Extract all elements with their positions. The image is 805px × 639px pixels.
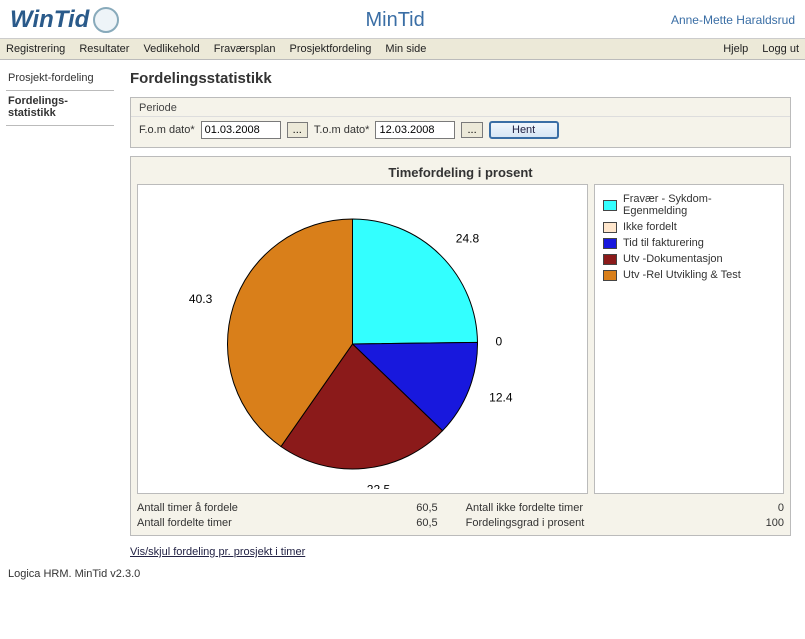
stat-value: 0 xyxy=(724,502,784,514)
stat-label: Antall fordelte timer xyxy=(137,517,350,529)
header: WinTid MinTid Anne-Mette Haraldsrud xyxy=(0,0,805,39)
stats-grid: Antall timer å fordele 60,5 Antall ikke fo… xyxy=(137,502,784,529)
legend-label: Tid til fakturering xyxy=(623,237,704,249)
legend-swatch xyxy=(603,254,617,265)
menu-item-registrering[interactable]: Registrering xyxy=(6,43,65,55)
chart-title: Timefordeling i prosent xyxy=(137,163,784,184)
legend-swatch xyxy=(603,222,617,233)
to-date-label: T.o.m dato* xyxy=(314,124,370,136)
content: Fordelingsstatistikk Periode F.o.m dato*… xyxy=(120,60,805,564)
app-title: MinTid xyxy=(119,9,671,32)
legend-item: Ikke fordelt xyxy=(603,221,775,233)
stat-label: Antall timer å fordele xyxy=(137,502,350,514)
period-box: Periode F.o.m dato* ... T.o.m dato* ... … xyxy=(130,97,791,148)
menu-item-logg-ut[interactable]: Logg ut xyxy=(762,43,799,55)
legend-item: Utv -Rel Utvikling & Test xyxy=(603,269,775,281)
menubar: Registrering Resultater Vedlikehold Fraværs… xyxy=(0,39,805,60)
sidebar-item-fordelings-statistikk[interactable]: Fordelings-statistikk xyxy=(6,91,114,126)
stat-value: 60,5 xyxy=(378,517,438,529)
pie-label: 24.8 xyxy=(456,232,480,246)
legend-item: Tid til fakturering xyxy=(603,237,775,249)
from-date-input[interactable] xyxy=(201,121,281,139)
main: Prosjekt-fordelingFordelings-statistikk … xyxy=(0,60,805,564)
legend-label: Utv -Rel Utvikling & Test xyxy=(623,269,741,281)
stat-label: Antall ikke fordelte timer xyxy=(466,502,696,514)
period-controls: F.o.m dato* ... T.o.m dato* ... Hent xyxy=(131,116,790,147)
stat-label: Fordelingsgrad i prosent xyxy=(466,517,696,529)
logo-text: WinTid xyxy=(10,6,89,34)
sidebar: Prosjekt-fordelingFordelings-statistikk xyxy=(0,60,120,564)
legend-label: Utv -Dokumentasjon xyxy=(623,253,723,265)
svg-text:0: 0 xyxy=(495,334,502,348)
legend-swatch xyxy=(603,270,617,281)
to-date-input[interactable] xyxy=(375,121,455,139)
period-label: Periode xyxy=(131,98,790,116)
stat-value: 100 xyxy=(724,517,784,529)
stat-value: 60,5 xyxy=(378,502,438,514)
from-date-picker-button[interactable]: ... xyxy=(287,122,308,138)
chart-card: Timefordeling i prosent 24.8 0 12.4 22.5 40.… xyxy=(130,156,791,536)
pie-label: 22.5 xyxy=(367,482,391,489)
pie-label: 40.3 xyxy=(189,292,213,306)
menu-item-hjelp[interactable]: Hjelp xyxy=(723,43,748,55)
legend-item: Utv -Dokumentasjon xyxy=(603,253,775,265)
legend-label: Ikke fordelt xyxy=(623,221,677,233)
menu-item-prosjektfordeling[interactable]: Prosjektfordeling xyxy=(289,43,371,55)
pie-label: 12.4 xyxy=(489,390,513,404)
menu-item-vedlikehold[interactable]: Vedlikehold xyxy=(143,43,199,55)
page-title: Fordelingsstatistikk xyxy=(130,70,791,87)
menu-item-fraværsplan[interactable]: Fraværsplan xyxy=(214,43,276,55)
legend-item: Fravær - Sykdom-Egenmelding xyxy=(603,193,775,217)
pie-chart: 24.8 0 12.4 22.5 40.3 xyxy=(137,184,588,494)
menu-item-resultater[interactable]: Resultater xyxy=(79,43,129,55)
logo: WinTid xyxy=(10,6,119,34)
toggle-detail-link[interactable]: Vis/skjul fordeling pr. prosjekt i timer xyxy=(130,546,791,558)
menu-item-min side[interactable]: Min side xyxy=(385,43,426,55)
from-date-label: F.o.m dato* xyxy=(139,124,195,136)
chart-area: 24.8 0 12.4 22.5 40.3 Fravær - Sykdom-Egenme… xyxy=(137,184,784,494)
user-name: Anne-Mette Haraldsrud xyxy=(671,13,795,27)
sidebar-item-prosjekt-fordeling[interactable]: Prosjekt-fordeling xyxy=(6,68,114,91)
legend-label: Fravær - Sykdom-Egenmelding xyxy=(623,193,775,217)
legend-swatch xyxy=(603,200,617,211)
footer-text: Logica HRM. MinTid v2.3.0 xyxy=(0,564,805,584)
to-date-picker-button[interactable]: ... xyxy=(461,122,482,138)
clock-icon xyxy=(93,7,119,33)
legend: Fravær - Sykdom-Egenmelding Ikke fordelt T… xyxy=(594,184,784,494)
legend-swatch xyxy=(603,238,617,249)
fetch-button[interactable]: Hent xyxy=(489,121,559,139)
